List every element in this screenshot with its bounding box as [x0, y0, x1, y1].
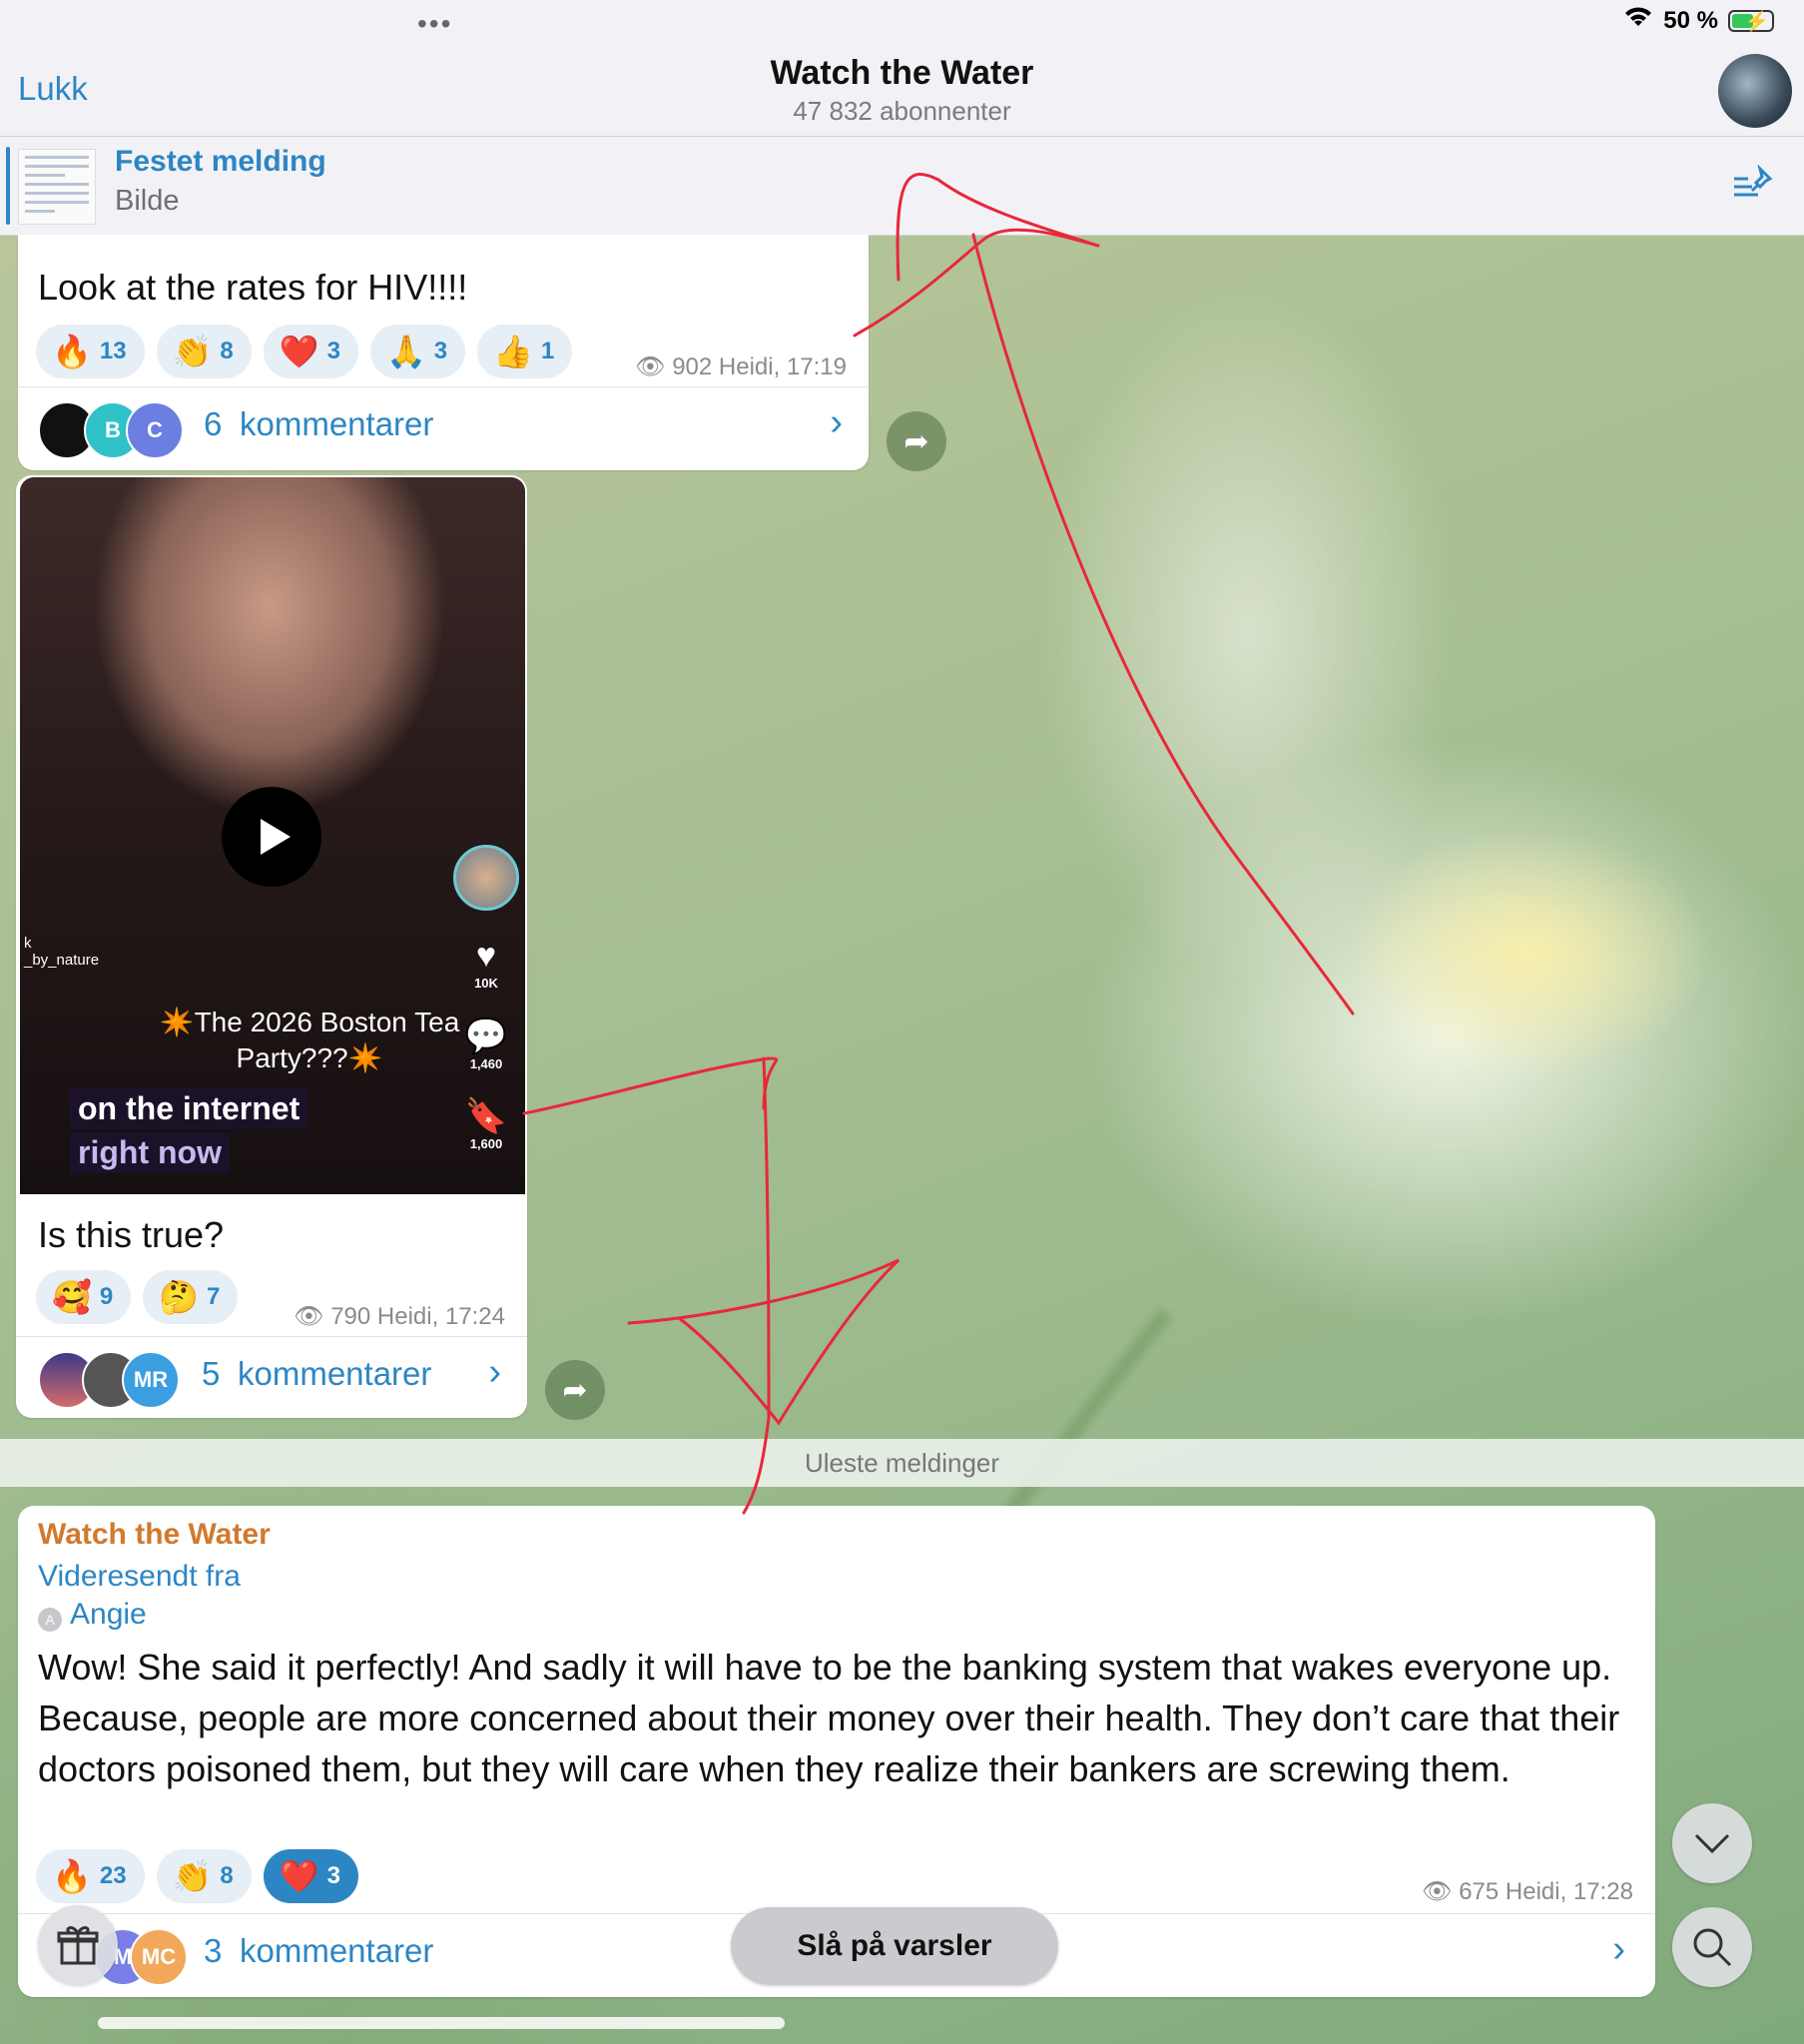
home-indicator	[98, 2017, 785, 2029]
commenter-avatar: MC	[130, 1928, 188, 1986]
channel-avatar[interactable]	[1718, 54, 1792, 128]
enable-notifications-button[interactable]: Slå på varsler	[731, 1907, 1058, 1985]
chat-header: Lukk Watch the Water 47 832 abonnenter	[0, 44, 1804, 137]
comments-label: kommentarer	[238, 1355, 432, 1392]
message-text: Is this true?	[38, 1214, 225, 1255]
author-avatar: A	[38, 1607, 62, 1632]
video-overlay-line1: on the internet	[70, 1088, 308, 1129]
reactions-row: 🔥 23 👏 8 ❤️ 3	[36, 1849, 358, 1903]
eye-icon: 👁	[1422, 1878, 1460, 1905]
chevron-down-icon[interactable]	[1672, 1803, 1752, 1883]
reaction-thinking[interactable]: 🤔 7	[143, 1270, 239, 1324]
message-meta: 👁 675 Heidi, 17:28	[1422, 1878, 1633, 1905]
reaction-clap[interactable]: 👏 8	[156, 1849, 252, 1903]
chevron-right-icon: ›	[1612, 1928, 1625, 1970]
forwarded-from-label: Videresendt fra	[38, 1560, 241, 1593]
pinned-message-bar[interactable]: Festet melding Bilde	[0, 137, 1804, 236]
video-username: k _by_nature	[24, 935, 100, 969]
message-meta: 👁 790 Heidi, 17:24	[294, 1303, 505, 1330]
reaction-pray[interactable]: 🙏 3	[369, 325, 466, 378]
comments-count: 3	[204, 1932, 223, 1969]
battery-percent: 50 %	[1663, 6, 1718, 34]
reaction-clap[interactable]: 👏 8	[156, 325, 252, 378]
forward-author[interactable]: A Angie	[38, 1598, 147, 1632]
comments-count: 6	[204, 405, 223, 442]
reaction-thumbs-up[interactable]: 👍 1	[477, 325, 573, 378]
subscriber-count: 47 832 abonnenter	[793, 96, 1011, 126]
status-bar: ••• 50 % ⚡	[0, 0, 1804, 44]
reaction-heart[interactable]: ❤️ 3	[263, 325, 358, 378]
video-caption: ✴️The 2026 Boston Tea Party???✴️	[159, 1007, 460, 1073]
comments-label: kommentarer	[240, 405, 434, 442]
reactions-row: 🔥 13 👏 8 ❤️ 3 🙏 3 👍 1	[36, 325, 573, 378]
message-meta: 👁 902 Heidi, 17:19	[635, 353, 847, 380]
comments-row[interactable]: MR 5 kommentarer ›	[16, 1336, 527, 1417]
share-icon[interactable]: ➦	[545, 1360, 605, 1420]
pinned-title: Festet melding	[115, 145, 326, 178]
multitask-dots[interactable]: •••	[417, 8, 452, 40]
gift-icon[interactable]	[38, 1905, 118, 1985]
eye-icon: 👁	[294, 1303, 331, 1330]
pin-list-icon[interactable]	[1732, 164, 1776, 205]
play-icon[interactable]	[222, 787, 321, 887]
comments-label: kommentarer	[240, 1932, 434, 1969]
reactions-row: 🥰 9 🤔 7	[36, 1270, 239, 1324]
chevron-right-icon: ›	[830, 401, 843, 443]
like-icon: ♥ 10K	[474, 937, 498, 991]
video-overlay-line2: right now	[70, 1132, 230, 1173]
wifi-icon	[1623, 6, 1653, 35]
pinned-indicator	[6, 147, 10, 225]
share-icon[interactable]: ➦	[887, 411, 946, 471]
message-text: Look at the rates for HIV!!!!	[38, 267, 468, 308]
commenter-avatar: MR	[122, 1351, 180, 1409]
channel-title[interactable]: Watch the Water	[0, 54, 1804, 93]
pinned-subtitle: Bilde	[115, 185, 180, 217]
tiktok-avatar	[453, 845, 519, 911]
reaction-fire[interactable]: 🔥 23	[36, 1849, 145, 1903]
comments-row[interactable]: B C 6 kommentarer ›	[18, 386, 869, 467]
commenter-avatar: C	[126, 401, 184, 459]
video-thumbnail[interactable]: k _by_nature ♥ 10K 💬 1,460 🔖 1,600 ✴️The 20…	[20, 477, 525, 1194]
bookmark-icon: 🔖 1,600	[464, 1097, 508, 1151]
unread-divider: Uleste meldinger	[0, 1439, 1804, 1487]
battery-icon: ⚡	[1728, 9, 1774, 33]
search-icon[interactable]	[1672, 1907, 1752, 1987]
comments-count: 5	[202, 1355, 221, 1392]
reaction-smiling-hearts[interactable]: 🥰 9	[36, 1270, 132, 1324]
message-text: Wow! She said it perfectly! And sadly it…	[38, 1647, 1620, 1789]
reaction-heart[interactable]: ❤️ 3	[263, 1849, 358, 1903]
reaction-fire[interactable]: 🔥 13	[36, 325, 145, 378]
author-name: Angie	[70, 1598, 147, 1631]
pinned-thumbnail	[18, 149, 96, 225]
status-right: 50 % ⚡	[1623, 6, 1774, 35]
eye-icon: 👁	[635, 353, 673, 380]
sender-name[interactable]: Watch the Water	[38, 1518, 271, 1552]
message-bubble-1[interactable]: Look at the rates for HIV!!!! 🔥 13 👏 8 ❤️ 3…	[18, 235, 869, 470]
chevron-right-icon: ›	[488, 1351, 501, 1393]
message-2-footer: Is this true? 🥰 9 🤔 7 👁 790 Heidi, 17:24 M…	[16, 1194, 527, 1418]
